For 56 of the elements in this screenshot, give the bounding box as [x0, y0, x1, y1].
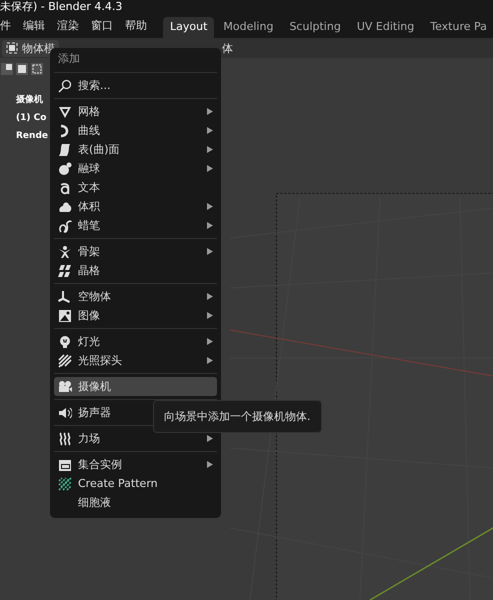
search-field[interactable]: 搜索... — [54, 76, 217, 95]
vertex-select-icon[interactable] — [0, 62, 14, 76]
frame-icon — [58, 458, 72, 472]
menu-item[interactable]: 网格 — [54, 102, 217, 121]
menu-item[interactable]: 晶格 — [54, 261, 217, 280]
menu-title: 添加 — [57, 51, 81, 67]
hatch-icon — [58, 354, 72, 368]
text-icon — [58, 180, 72, 194]
bulb-icon — [58, 334, 72, 348]
workspace-tab[interactable]: Texture Pa — [423, 17, 493, 38]
figure-icon — [58, 244, 72, 258]
menu-item[interactable]: 表(曲)面 — [54, 140, 217, 159]
menu-item[interactable]: 文本 — [54, 178, 217, 197]
blob-icon — [58, 162, 72, 176]
lattice-icon — [58, 264, 72, 278]
viewport-info-text: Rende — [16, 130, 49, 143]
menu-item[interactable]: 摄像机 — [54, 377, 217, 396]
search-icon — [58, 78, 72, 92]
tooltip: 向场景中添加一个摄像机物体. — [153, 400, 322, 433]
workspace-tab[interactable]: UV Editing — [350, 17, 422, 38]
face-select-icon[interactable] — [30, 62, 44, 76]
viewport-info-text: 摄像机 — [16, 94, 44, 107]
cloud-icon — [58, 200, 72, 214]
pattern-icon — [58, 476, 72, 490]
workspace-tab[interactable]: Modeling — [216, 17, 280, 38]
menu-item[interactable]: 空物体 — [54, 287, 217, 306]
triangle-icon — [58, 104, 72, 118]
speaker-icon — [58, 406, 72, 420]
menu-item[interactable]: 窗口 — [85, 18, 119, 38]
workspace-tab[interactable]: Layout — [163, 17, 214, 38]
menu-item[interactable]: 体积 — [54, 197, 217, 216]
menu-item[interactable]: 融球 — [54, 159, 217, 178]
menu-item[interactable]: 件 — [0, 18, 17, 38]
axes-icon — [58, 290, 72, 304]
menu-item[interactable]: 光照探头 — [54, 351, 217, 370]
menu-item[interactable]: 曲线 — [54, 121, 217, 140]
window-title: 未保存) - Blender 4.4.3 — [0, 0, 122, 14]
header-menu-item[interactable]: 体 — [222, 40, 233, 56]
menu-item[interactable]: 蜡笔 — [54, 216, 217, 235]
workspace-tab[interactable]: Sculpting — [282, 17, 348, 38]
stroke-icon — [58, 218, 72, 232]
menu-item[interactable]: 渲染 — [51, 18, 85, 38]
menu-item[interactable]: 灯光 — [54, 332, 217, 351]
menu-item[interactable]: 骨架 — [54, 242, 217, 261]
edge-select-icon[interactable] — [15, 62, 29, 76]
image-icon — [58, 308, 72, 322]
menu-item[interactable]: Create Pattern — [54, 474, 217, 493]
menu-item[interactable]: 细胞液 — [54, 493, 217, 512]
menu-item[interactable]: 图像 — [54, 306, 217, 325]
menu-item[interactable]: 帮助 — [119, 18, 153, 38]
surface-icon — [58, 142, 72, 156]
viewport-info-text: (1) Co — [16, 112, 48, 125]
menu-item[interactable]: 编辑 — [17, 18, 51, 38]
wave-icon — [58, 432, 72, 446]
camera-icon — [58, 380, 72, 394]
menu-item[interactable]: 集合实例 — [54, 455, 217, 474]
